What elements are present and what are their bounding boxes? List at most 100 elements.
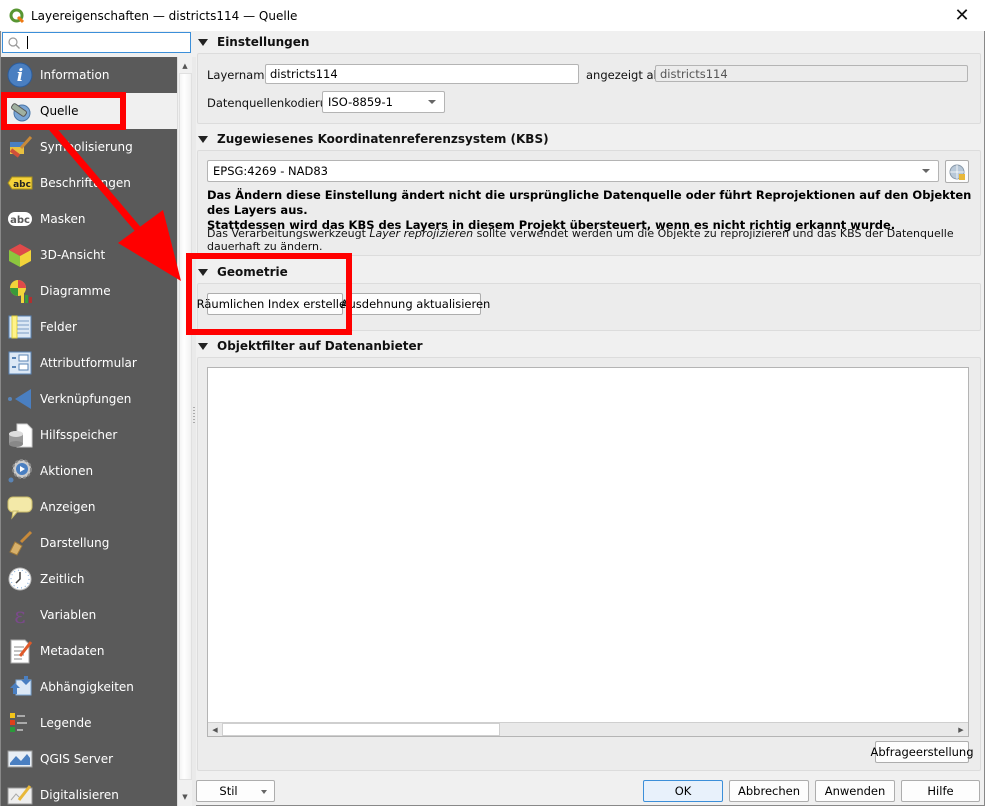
sidebar-item-legend[interactable]: Legende [1, 705, 177, 741]
geometry-title: Geometrie [217, 265, 288, 279]
sidebar-item-label: Quelle [40, 104, 79, 118]
scroll-left-icon[interactable]: ◀ [208, 723, 222, 736]
encoding-select[interactable]: ISO-8859-1 [322, 91, 445, 113]
filter-horizontal-scrollbar[interactable]: ◀ ▶ [208, 722, 968, 736]
splitter-grip-icon [193, 407, 195, 423]
sidebar-item-label: Aktionen [40, 464, 94, 478]
variables-epsilon-icon: ε [7, 602, 33, 628]
crs-info-prefix: Das Verarbeitungswerkzeugt [207, 227, 370, 240]
collapse-triangle-icon [198, 342, 208, 350]
actions-gear-icon [7, 458, 33, 484]
scroll-right-icon[interactable]: ▶ [954, 723, 968, 736]
scroll-down-icon[interactable]: ▼ [178, 790, 192, 804]
text-cursor [27, 36, 28, 49]
cube-3d-icon [7, 242, 33, 268]
sidebar-item-labels[interactable]: abc Beschriftungen [1, 165, 177, 201]
masks-abc-icon: abc [7, 206, 33, 232]
joins-icon [7, 386, 33, 412]
sidebar-item-metadata[interactable]: Metadaten [1, 633, 177, 669]
sidebar-scrollbar[interactable]: ▲ ▼ [177, 57, 192, 806]
sidebar-item-information[interactable]: i Information [1, 57, 177, 93]
geometry-group-header[interactable]: Geometrie [197, 262, 288, 282]
svg-text:ε: ε [14, 604, 25, 628]
info-icon: i [7, 62, 33, 88]
sidebar-item-variables[interactable]: ε Variablen [1, 597, 177, 633]
sidebar-item-label: 3D-Ansicht [40, 248, 106, 262]
provider-filter-textarea[interactable]: ◀ ▶ [207, 367, 969, 737]
sidebar-item-temporal[interactable]: Zeitlich [1, 561, 177, 597]
crs-group-header[interactable]: Zugewiesenes Koordinatenreferenzsystem (… [197, 129, 549, 149]
style-button-label: Stil [219, 784, 238, 798]
layername-label: Layername [207, 68, 272, 82]
sidebar-item-label: Abhängigkeiten [40, 680, 134, 694]
svg-text:i: i [17, 66, 23, 86]
legend-icon [7, 710, 33, 736]
collapse-triangle-icon [198, 135, 208, 143]
chevron-down-icon [428, 100, 436, 104]
scrollbar-thumb[interactable] [179, 73, 192, 780]
sidebar-item-dependencies[interactable]: Abhängigkeiten [1, 669, 177, 705]
settings-title: Einstellungen [217, 35, 310, 49]
apply-button[interactable]: Anwenden [815, 780, 895, 802]
sidebar-item-digitizing[interactable]: Digitalisieren [1, 777, 177, 806]
sidebar-item-fields[interactable]: Felder [1, 309, 177, 345]
collapse-triangle-icon [198, 268, 208, 276]
sidebar-item-joins[interactable]: Verknüpfungen [1, 381, 177, 417]
sidebar-item-label: Masken [40, 212, 86, 226]
sidebar-item-attribute-form[interactable]: Attributformular [1, 345, 177, 381]
sidebar-item-qgis-server[interactable]: QGIS Server [1, 741, 177, 777]
sidebar-item-display[interactable]: Anzeigen [1, 489, 177, 525]
update-extent-button[interactable]: Ausdehnung aktualisieren [341, 293, 490, 315]
crs-select[interactable]: EPSG:4269 - NAD83 [207, 160, 939, 182]
sidebar-item-symbology[interactable]: Symbolisierung [1, 129, 177, 165]
sidebar-item-diagrams[interactable]: Diagramme [1, 273, 177, 309]
window-title: Layereigenschaften — districts114 — Quel… [31, 8, 298, 23]
close-icon[interactable]: ✕ [939, 0, 985, 31]
qgis-server-map-icon [7, 746, 33, 772]
crs-warning-line-1: Das Ändern diese Einstellung ändert nich… [207, 188, 972, 217]
search-input[interactable] [2, 32, 191, 53]
sidebar-item-label: Variablen [40, 608, 97, 622]
sidebar-item-label: QGIS Server [40, 752, 114, 766]
sidebar-item-actions[interactable]: Aktionen [1, 453, 177, 489]
svg-text:abc: abc [10, 215, 30, 226]
dependencies-icon [7, 674, 33, 700]
crs-select-globe-icon [949, 164, 965, 180]
help-button[interactable]: Hilfe [901, 780, 980, 802]
style-menu-button[interactable]: Stil [196, 780, 275, 802]
sidebar-item-label: Information [40, 68, 110, 82]
diagram-icon [7, 278, 33, 304]
sidebar-item-3d-view[interactable]: 3D-Ansicht [1, 237, 177, 273]
sidebar-item-label: Digitalisieren [40, 788, 119, 802]
title-bar: Layereigenschaften — districts114 — Quel… [0, 0, 985, 31]
scrollbar-thumb[interactable] [222, 723, 500, 736]
sidebar-item-source[interactable]: Quelle [1, 93, 177, 129]
ok-button[interactable]: OK [643, 780, 723, 802]
attribute-form-icon [7, 350, 33, 376]
paintbrush-icon [7, 134, 33, 160]
settings-group-header[interactable]: Einstellungen [197, 32, 309, 52]
panel-splitter[interactable] [192, 57, 196, 806]
cancel-button[interactable]: Abbrechen [729, 780, 809, 802]
sidebar-item-rendering[interactable]: Darstellung [1, 525, 177, 561]
filter-group-header[interactable]: Objektfilter auf Datenanbieter [197, 336, 423, 356]
query-builder-button[interactable]: Abfrageerstellung [871, 741, 974, 763]
sidebar-item-label: Verknüpfungen [40, 392, 132, 406]
encoding-value: ISO-8859-1 [328, 95, 393, 109]
displayed-as-field: districts114 [655, 65, 968, 82]
layername-input[interactable]: districts114 [265, 64, 579, 84]
sidebar-item-auxiliary-storage[interactable]: Hilfsspeicher [1, 417, 177, 453]
sidebar-item-label: Zeitlich [40, 572, 85, 586]
reproject-tool-name: Layer reprojizieren [369, 227, 474, 240]
crs-title: Zugewiesenes Koordinatenreferenzsystem (… [217, 132, 549, 146]
fields-table-icon [7, 314, 33, 340]
sidebar-item-label: Attributformular [40, 356, 137, 370]
temporal-clock-icon [7, 566, 33, 592]
source-wrench-icon [7, 98, 33, 124]
rendering-brush-icon [7, 530, 33, 556]
scroll-up-icon[interactable]: ▲ [178, 59, 192, 73]
sidebar-item-label: Anzeigen [40, 500, 96, 514]
crs-select-button[interactable] [945, 160, 969, 183]
sidebar-item-masks[interactable]: abc Masken [1, 201, 177, 237]
create-spatial-index-button[interactable]: Räumlichen Index erstellen [197, 293, 353, 315]
